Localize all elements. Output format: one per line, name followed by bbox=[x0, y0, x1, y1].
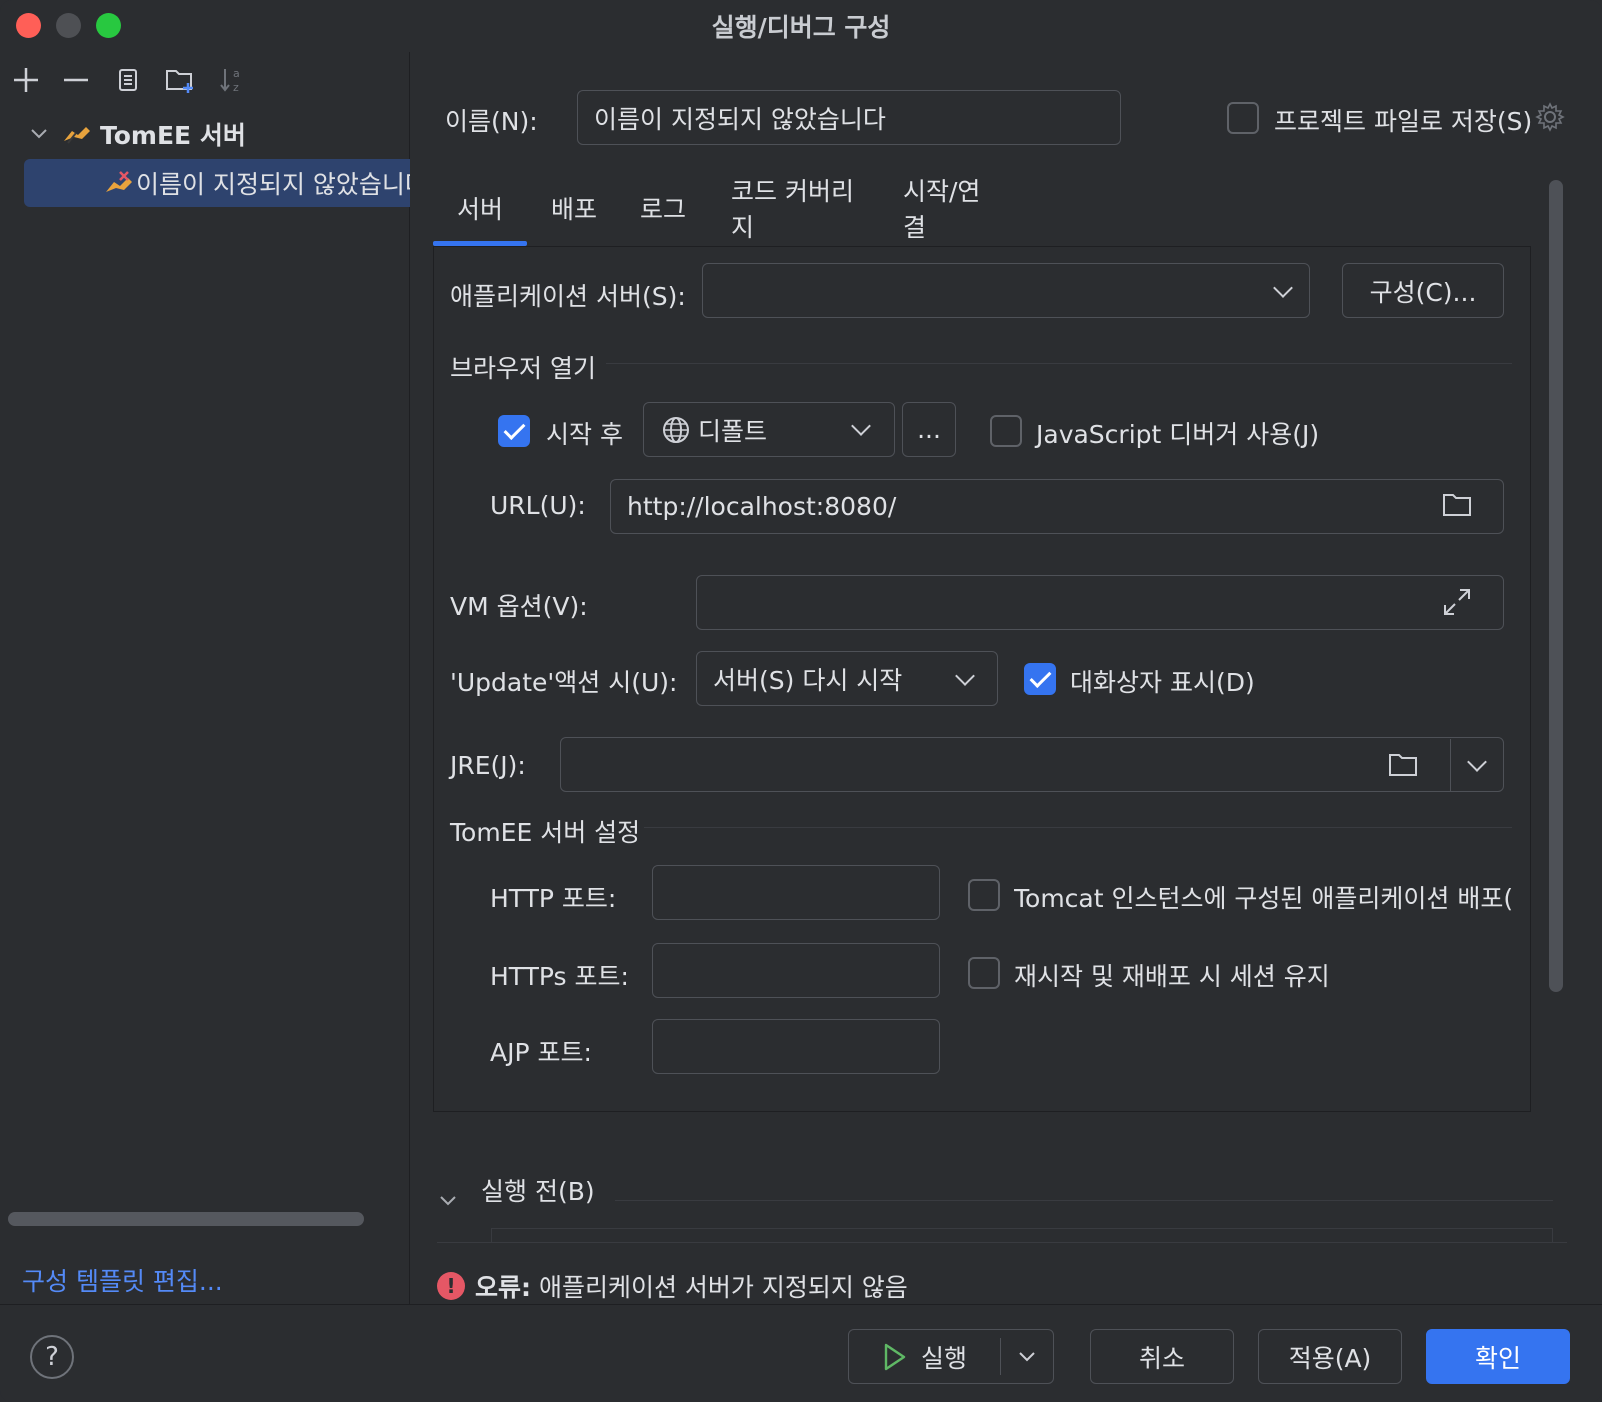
svg-text:z: z bbox=[233, 81, 239, 94]
chevron-down-icon bbox=[1019, 1351, 1035, 1361]
https-port-label: HTTPs 포트: bbox=[490, 962, 629, 991]
name-label: 이름(N): bbox=[445, 107, 538, 136]
browser-value: 디폴트 bbox=[698, 416, 768, 446]
run-button[interactable]: 실행 bbox=[849, 1330, 1001, 1383]
url-input[interactable]: http://localhost:8080/ bbox=[610, 479, 1504, 534]
run-options-dropdown[interactable] bbox=[1001, 1330, 1053, 1383]
tab-server[interactable]: 서버 bbox=[433, 170, 527, 246]
vertical-scrollbar[interactable] bbox=[1549, 180, 1563, 992]
https-port-input[interactable] bbox=[652, 943, 940, 998]
configure-button[interactable]: 구성(C)... bbox=[1342, 263, 1504, 318]
before-launch-list bbox=[491, 1228, 1553, 1242]
before-launch-separator bbox=[615, 1200, 1553, 1201]
ajp-port-label: AJP 포트: bbox=[490, 1038, 592, 1067]
preserve-sessions-checkbox[interactable] bbox=[968, 957, 1000, 989]
server-tab-panel: 애플리케이션 서버(S): 구성(C)... 브라우저 열기 시작 후 디폴트 … bbox=[433, 246, 1531, 1112]
name-input[interactable]: 이름이 지정되지 않았습니다 bbox=[577, 90, 1121, 145]
show-dialog-checkbox[interactable] bbox=[1024, 663, 1056, 695]
new-folder-icon[interactable] bbox=[160, 60, 200, 100]
tomee-settings-title: TomEE 서버 설정 bbox=[450, 818, 641, 847]
error-prefix: 오류: bbox=[475, 1273, 531, 1302]
tree-node-tomee[interactable]: TomEE 서버 bbox=[24, 110, 410, 158]
store-as-project-file-label: 프로젝트 파일로 저장(S) bbox=[1274, 107, 1533, 136]
run-button-group: 실행 bbox=[848, 1329, 1054, 1384]
tomee-error-icon bbox=[104, 171, 134, 195]
tomee-icon bbox=[62, 122, 92, 146]
tab-deployment[interactable]: 배포 bbox=[541, 170, 607, 246]
tab-startup-connection[interactable]: 시작/연결 bbox=[903, 170, 1003, 246]
after-launch-checkbox[interactable] bbox=[498, 415, 530, 447]
sidebar-horizontal-scrollbar[interactable] bbox=[8, 1212, 364, 1226]
browser-more-button[interactable]: ... bbox=[902, 402, 956, 457]
help-button[interactable]: ? bbox=[30, 1335, 74, 1379]
chevron-down-icon[interactable] bbox=[24, 124, 54, 145]
error-text: 애플리케이션 서버가 지정되지 않음 bbox=[531, 1273, 908, 1302]
app-server-select[interactable] bbox=[702, 263, 1310, 318]
preserve-sessions-label: 재시작 및 재배포 시 세션 유지 bbox=[1014, 962, 1330, 991]
app-server-label: 애플리케이션 서버(S): bbox=[450, 282, 686, 311]
error-icon: ! bbox=[437, 1272, 465, 1300]
update-action-select[interactable]: 서버(S) 다시 시작 bbox=[696, 651, 998, 706]
run-label: 실행 bbox=[920, 1343, 967, 1373]
dialog-footer: ? 실행 취소 적용(A) 확인 bbox=[0, 1304, 1602, 1402]
vm-options-input[interactable] bbox=[696, 575, 1504, 630]
error-separator bbox=[437, 1242, 1567, 1243]
after-launch-label: 시작 후 bbox=[546, 420, 623, 449]
folder-icon[interactable] bbox=[1388, 751, 1418, 783]
window-title: 실행/디버그 구성 bbox=[711, 13, 891, 42]
ajp-port-input[interactable] bbox=[652, 1019, 940, 1074]
http-port-input[interactable] bbox=[652, 865, 940, 920]
tomee-settings-separator bbox=[644, 827, 1512, 828]
sort-icon[interactable]: az bbox=[212, 60, 252, 100]
js-debugger-label: JavaScript 디버거 사용(J) bbox=[1036, 420, 1320, 449]
tree-label-tomee: TomEE 서버 bbox=[100, 121, 246, 150]
tab-code-coverage[interactable]: 코드 커버리지 bbox=[731, 170, 867, 246]
open-browser-separator bbox=[606, 363, 1512, 364]
config-editor: 이름(N): 이름이 지정되지 않았습니다 프로젝트 파일로 저장(S) 서버 … bbox=[411, 52, 1602, 1304]
show-dialog-label: 대화상자 표시(D) bbox=[1070, 668, 1255, 697]
update-action-label: 'Update'액션 시(U): bbox=[450, 668, 678, 697]
cancel-button[interactable]: 취소 bbox=[1090, 1329, 1234, 1384]
play-icon bbox=[883, 1343, 907, 1371]
apply-button[interactable]: 적용(A) bbox=[1258, 1329, 1402, 1384]
before-launch-title[interactable]: 실행 전(B) bbox=[481, 1172, 595, 1208]
run-debug-config-window: 실행/디버그 구성 az TomEE 서버 이름이 지정되지 않았습니다 구성 … bbox=[0, 0, 1602, 1402]
config-sidebar: az TomEE 서버 이름이 지정되지 않았습니다 구성 템플릿 편집... bbox=[0, 52, 410, 1304]
vm-options-label: VM 옵션(V): bbox=[450, 592, 588, 621]
js-debugger-checkbox[interactable] bbox=[990, 415, 1022, 447]
title-bar: 실행/디버그 구성 bbox=[0, 0, 1602, 52]
sidebar-toolbar: az bbox=[0, 52, 410, 108]
store-as-project-file-checkbox[interactable] bbox=[1227, 102, 1259, 134]
open-browser-title: 브라우저 열기 bbox=[450, 354, 596, 383]
chevron-down-icon[interactable] bbox=[439, 1184, 457, 1213]
jre-input[interactable] bbox=[560, 737, 1504, 792]
svg-text:a: a bbox=[233, 67, 240, 80]
jre-divider bbox=[1450, 739, 1451, 792]
http-port-label: HTTP 포트: bbox=[490, 884, 617, 913]
tree-node-unnamed-config[interactable]: 이름이 지정되지 않았습니다 bbox=[24, 159, 410, 207]
url-label: URL(U): bbox=[490, 491, 586, 520]
copy-icon[interactable] bbox=[108, 60, 148, 100]
deploy-configured-checkbox[interactable] bbox=[968, 879, 1000, 911]
error-message: ! 오류: 애플리케이션 서버가 지정되지 않음 bbox=[437, 1268, 908, 1304]
tree-label-unnamed: 이름이 지정되지 않았습니다 bbox=[136, 170, 410, 199]
jre-label: JRE(J): bbox=[450, 751, 526, 780]
deploy-configured-label: Tomcat 인스턴스에 구성된 애플리케이션 배포( bbox=[1014, 884, 1514, 913]
add-icon[interactable] bbox=[6, 60, 46, 100]
folder-icon[interactable] bbox=[1442, 491, 1472, 523]
ok-button[interactable]: 확인 bbox=[1426, 1329, 1570, 1384]
edit-templates-link[interactable]: 구성 템플릿 편집... bbox=[22, 1262, 223, 1298]
globe-icon bbox=[662, 416, 690, 444]
expand-icon[interactable] bbox=[1442, 587, 1472, 623]
tab-logs[interactable]: 로그 bbox=[633, 170, 693, 246]
remove-icon[interactable] bbox=[56, 60, 96, 100]
gear-icon[interactable] bbox=[1535, 102, 1565, 138]
